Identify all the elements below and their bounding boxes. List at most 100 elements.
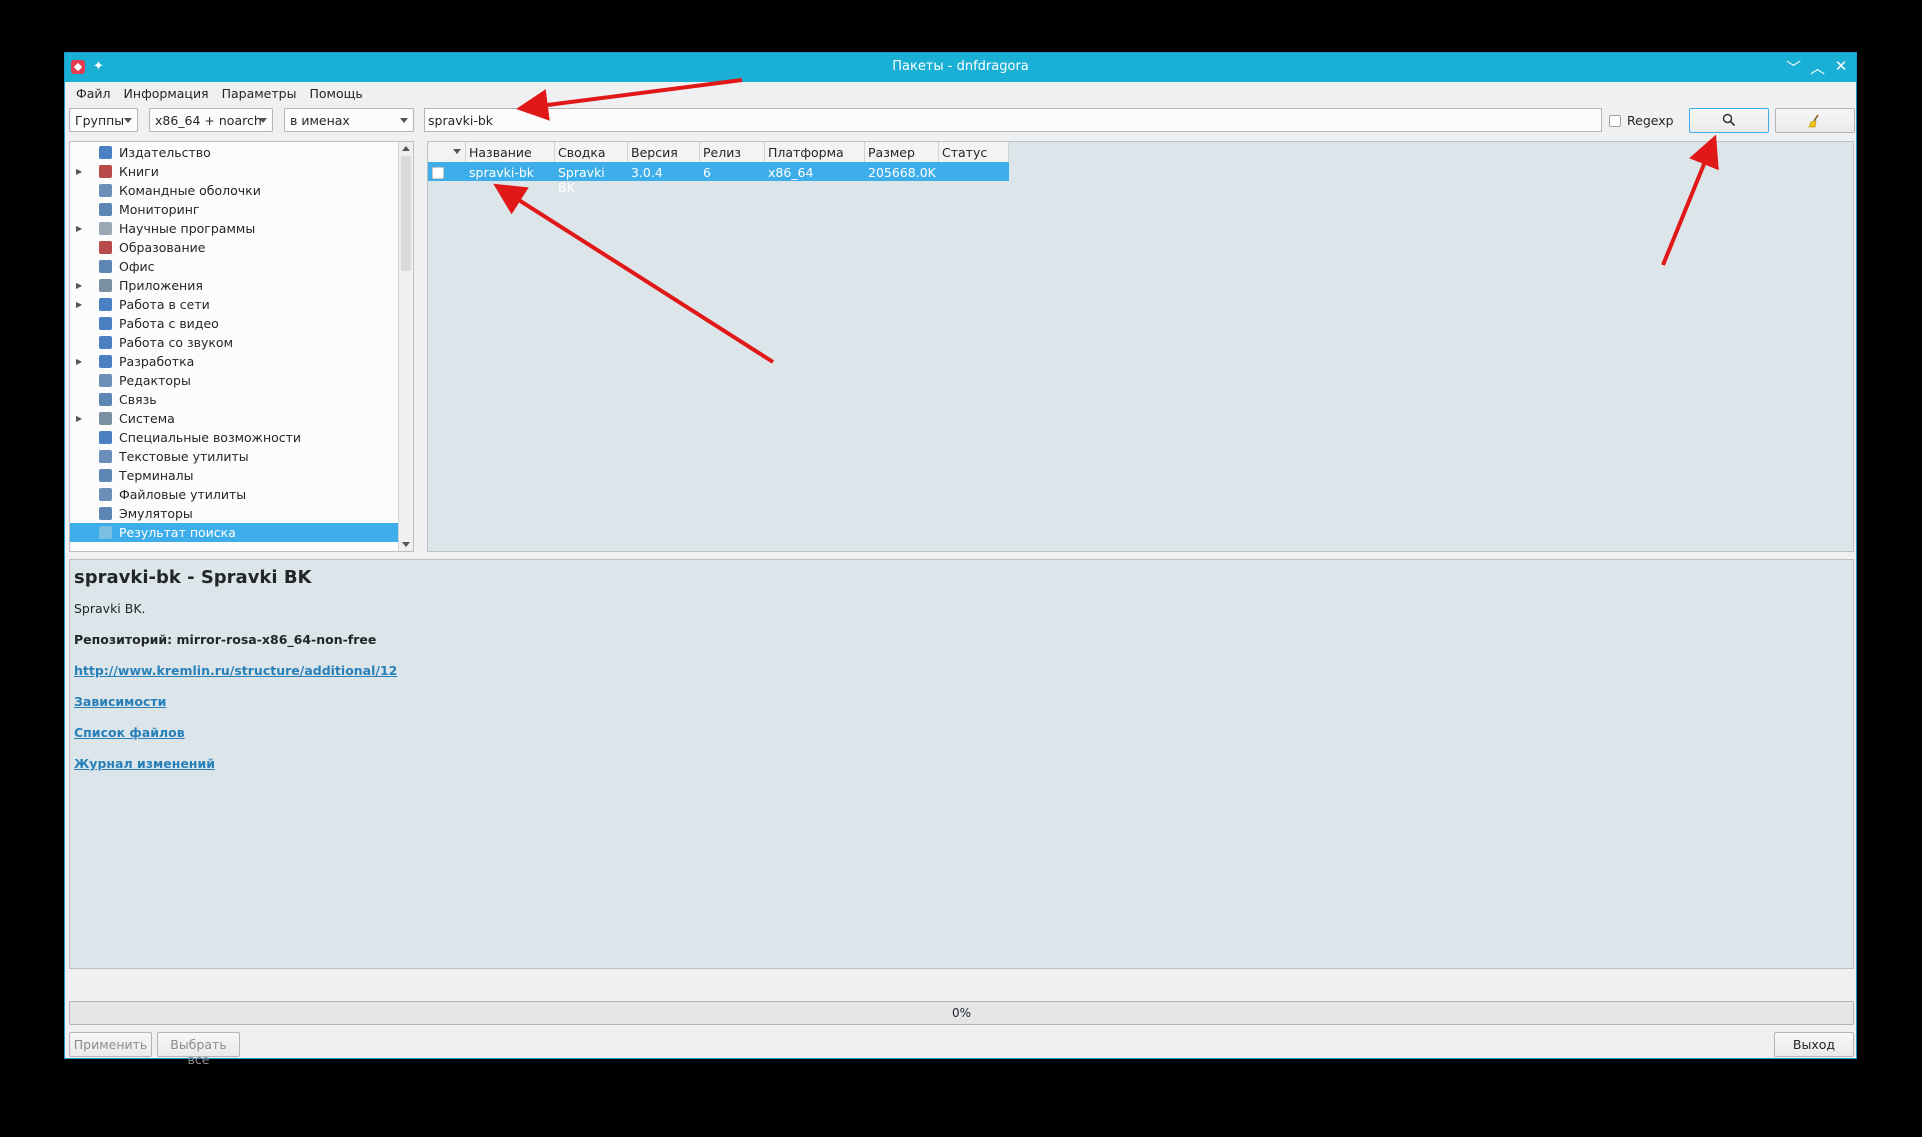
tree-item[interactable]: ▶ Система	[70, 409, 399, 428]
expand-arrow-icon[interactable]: ▶	[76, 281, 86, 290]
package-repository: Репозиторий: mirror-rosa-x86_64-non-free	[74, 632, 377, 647]
tree-item[interactable]: Работа с видео	[70, 314, 399, 333]
tree-item[interactable]: Эмуляторы	[70, 504, 399, 523]
expand-arrow-icon[interactable]: ▶	[76, 167, 86, 176]
column-header-size[interactable]: Размер	[865, 142, 939, 162]
menu-settings[interactable]: Параметры	[216, 82, 304, 104]
package-description: Spravki BK.	[74, 601, 146, 616]
tree-item[interactable]: Работа со звуком	[70, 333, 399, 352]
dependencies-link[interactable]: Зависимости	[74, 694, 1849, 709]
view-mode-combo[interactable]: Группы	[69, 108, 138, 132]
package-url-link[interactable]: http://www.kremlin.ru/structure/addition…	[74, 663, 1849, 678]
tree-item-label: Мониторинг	[119, 202, 200, 217]
menu-file[interactable]: Файл	[70, 82, 118, 104]
tree-item-label: Результат поиска	[119, 525, 236, 540]
column-header-name[interactable]: Название	[466, 142, 555, 162]
view-mode-value: Группы	[75, 113, 125, 128]
search-button[interactable]	[1689, 108, 1769, 133]
broom-icon	[1808, 114, 1819, 128]
app-window: ✦ Пакеты - dnfdragora ﹀ ︿ ✕ Файл Информа…	[64, 52, 1857, 1067]
table-row[interactable]: spravki-bk Spravki BK 3.0.4 6 x86_64 205…	[428, 162, 1009, 195]
file-list-link[interactable]: Список файлов	[74, 725, 1849, 740]
tree-item-label: Файловые утилиты	[119, 487, 247, 502]
column-header-status[interactable]: Статус	[939, 142, 1009, 162]
apply-button[interactable]: Применить	[69, 1032, 152, 1057]
tree-item[interactable]: Мониторинг	[70, 200, 399, 219]
package-table[interactable]: Название Сводка Версия Релиз Платформа Р…	[427, 141, 1854, 552]
tree-item-label: Связь	[119, 392, 157, 407]
expand-arrow-icon[interactable]: ▶	[76, 224, 86, 233]
tree-item[interactable]: ▶ Книги	[70, 162, 399, 181]
tree-item[interactable]: Специальные возможности	[70, 428, 399, 447]
tree-item-label: Работа со звуком	[119, 335, 234, 350]
regexp-checkbox[interactable]: Regexp	[1609, 113, 1674, 128]
tree-item[interactable]: Файловые утилиты	[70, 485, 399, 504]
gauge-icon	[99, 203, 112, 216]
tree-item[interactable]: Офис	[70, 257, 399, 276]
scroll-thumb[interactable]	[401, 156, 411, 271]
tree-item[interactable]: Связь	[70, 390, 399, 409]
scroll-down-icon[interactable]	[402, 542, 410, 547]
expand-arrow-icon[interactable]: ▶	[76, 357, 86, 366]
toolbar: Группы x86_64 + noarch в именах Regexp	[69, 108, 1855, 134]
changelog-link[interactable]: Журнал изменений	[74, 756, 1849, 771]
tree-scrollbar[interactable]	[398, 142, 413, 551]
arch-combo[interactable]: x86_64 + noarch	[149, 108, 273, 132]
clear-search-button[interactable]	[1775, 108, 1855, 133]
tree-item[interactable]: ▶ Работа в сети	[70, 295, 399, 314]
titlebar[interactable]: ✦ Пакеты - dnfdragora ﹀ ︿ ✕	[65, 53, 1856, 82]
tree-item[interactable]: Издательство	[70, 143, 399, 162]
minimize-icon[interactable]: ﹀	[1786, 57, 1801, 78]
cell-version: 3.0.4	[631, 165, 663, 180]
tree-item[interactable]: Терминалы	[70, 466, 399, 485]
tree-item-label: Приложения	[119, 278, 203, 293]
maximize-icon[interactable]: ︿	[1810, 57, 1825, 78]
row-select-cell[interactable]	[428, 162, 466, 181]
tree-item-label: Специальные возможности	[119, 430, 302, 445]
column-header-summary[interactable]: Сводка	[555, 142, 628, 162]
tree-item[interactable]: Текстовые утилиты	[70, 447, 399, 466]
expand-arrow-icon[interactable]: ▶	[76, 414, 86, 423]
close-icon[interactable]: ✕	[1834, 57, 1848, 78]
expand-arrow-icon[interactable]: ▶	[76, 300, 86, 309]
cell-size: 205668.0K	[868, 165, 936, 180]
tree-item[interactable]: Редакторы	[70, 371, 399, 390]
tree-item[interactable]: ▶ Разработка	[70, 352, 399, 371]
monitor-icon	[99, 507, 112, 520]
cell-name: spravki-bk	[469, 165, 535, 180]
tree-item[interactable]: Результат поиска	[70, 523, 399, 542]
monitor-icon	[99, 469, 112, 482]
column-header-platform[interactable]: Платформа	[765, 142, 865, 162]
text-icon	[99, 450, 112, 463]
search-result-icon	[99, 526, 112, 539]
scroll-up-icon[interactable]	[402, 146, 410, 151]
tree-item[interactable]: Командные оболочки	[70, 181, 399, 200]
menu-info[interactable]: Информация	[118, 82, 216, 104]
tree-item[interactable]: ▶ Приложения	[70, 276, 399, 295]
column-header-check[interactable]	[428, 142, 466, 162]
headphones-icon	[99, 336, 112, 349]
search-field-combo[interactable]: в именах	[284, 108, 414, 132]
regexp-check-box[interactable]	[1609, 114, 1621, 127]
cell-summary: Spravki BK	[558, 165, 605, 195]
tree-item[interactable]: Образование	[70, 238, 399, 257]
row-checkbox[interactable]	[432, 167, 444, 179]
tree-item-label: Образование	[119, 240, 206, 255]
window-title: Пакеты - dnfdragora	[892, 59, 1029, 74]
menu-help[interactable]: Помощь	[303, 82, 369, 104]
tree-item-label: Работа с видео	[119, 316, 219, 331]
select-all-button[interactable]: Выбрать все	[157, 1032, 240, 1067]
search-input[interactable]	[424, 108, 1602, 132]
group-tree[interactable]: Издательство ▶ Книги Командные оболочки Мони…	[69, 141, 414, 552]
exit-button[interactable]: Выход	[1774, 1032, 1854, 1057]
tree-item-label: Офис	[119, 259, 155, 274]
books-icon	[99, 165, 112, 178]
tree-item[interactable]: ▶ Научные программы	[70, 219, 399, 238]
menu-bar: Файл Информация Параметры Помощь	[65, 82, 1856, 104]
chevron-down-icon	[124, 118, 132, 123]
column-header-release[interactable]: Релиз	[700, 142, 765, 162]
sort-indicator-icon	[453, 149, 461, 154]
package-title: spravki-bk - Spravki BK	[74, 567, 312, 588]
column-header-version[interactable]: Версия	[628, 142, 700, 162]
globe-icon	[99, 298, 112, 311]
